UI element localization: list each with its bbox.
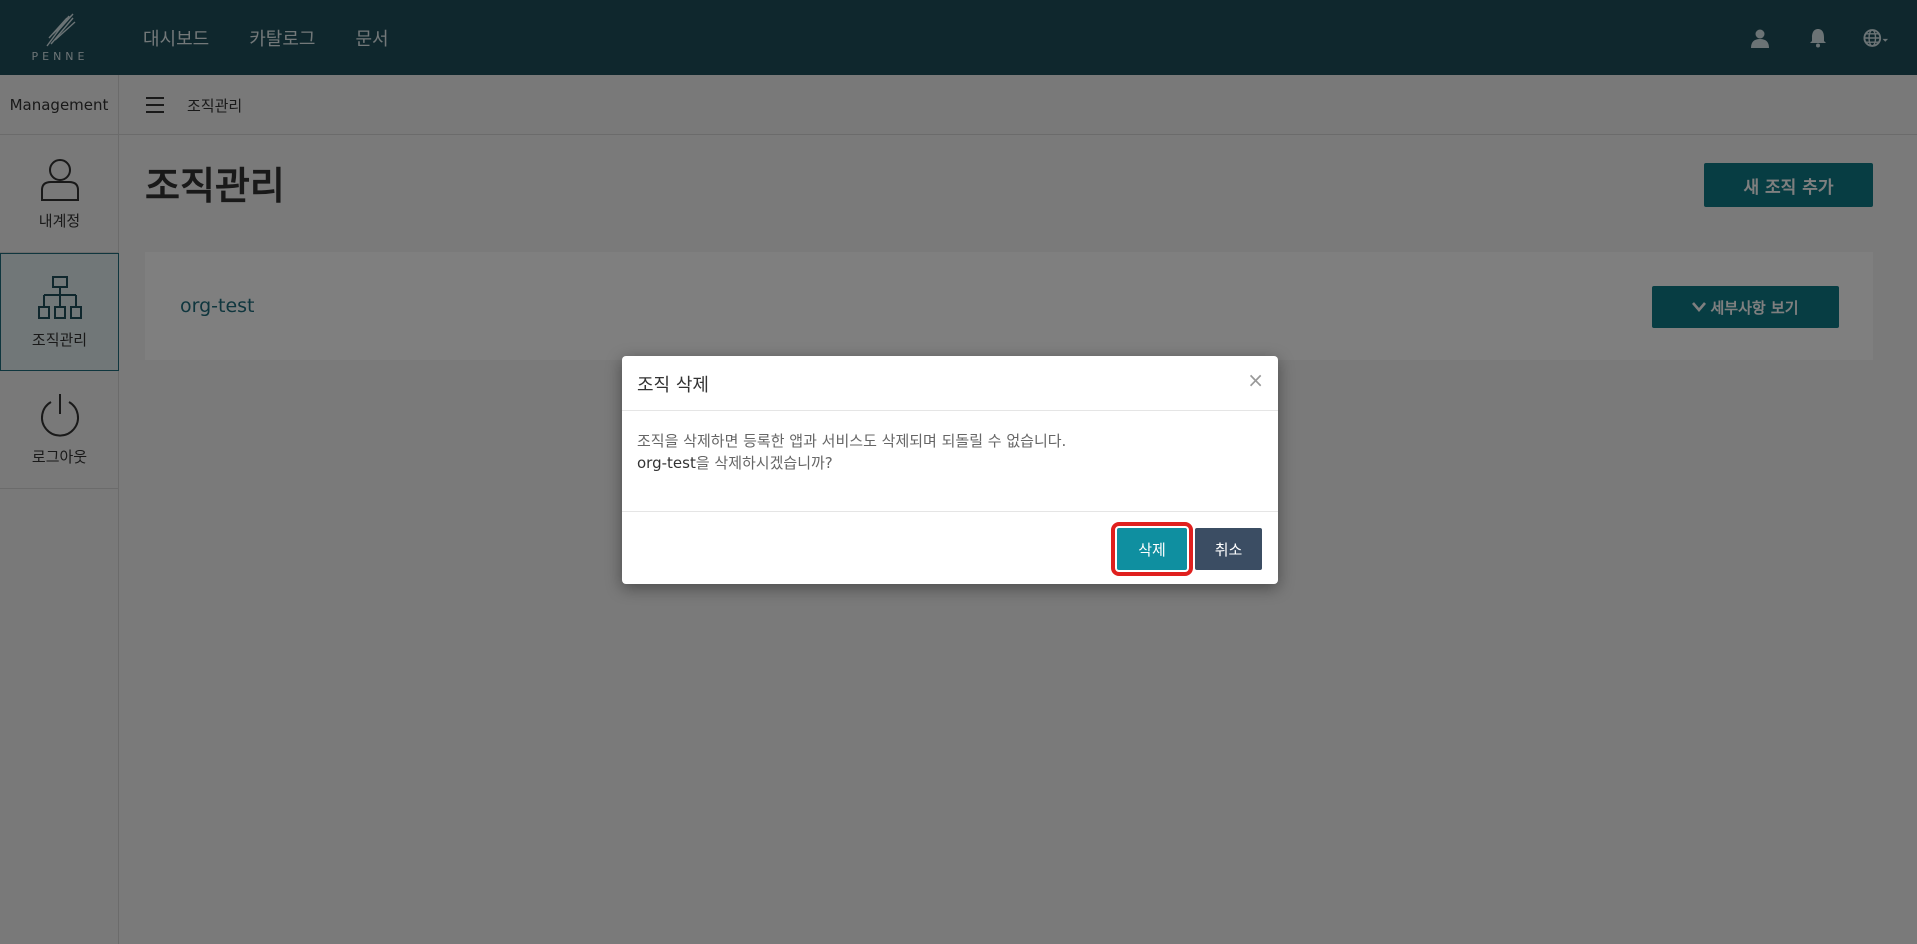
modal-body: 조직을 삭제하면 등록한 앱과 서비스도 삭제되며 되돌릴 수 없습니다. or… [637,430,1257,474]
close-icon[interactable]: × [1247,368,1264,392]
modal-title: 조직 삭제 [637,374,709,396]
modal-message-suffix: 을 삭제하시겠습니까? [695,454,833,472]
delete-org-dialog: 조직 삭제 × 조직을 삭제하면 등록한 앱과 서비스도 삭제되며 되돌릴 수 … [622,356,1278,584]
modal-footer: 삭제 취소 [622,511,1278,584]
modal-org-name: org-test [637,454,696,472]
cancel-button[interactable]: 취소 [1195,528,1262,570]
modal-message-line2: org-test을 삭제하시겠습니까? [637,452,1257,474]
delete-button[interactable]: 삭제 [1111,522,1193,576]
modal-header: 조직 삭제 × [622,356,1278,411]
modal-message-line1: 조직을 삭제하면 등록한 앱과 서비스도 삭제되며 되돌릴 수 없습니다. [637,432,1067,450]
